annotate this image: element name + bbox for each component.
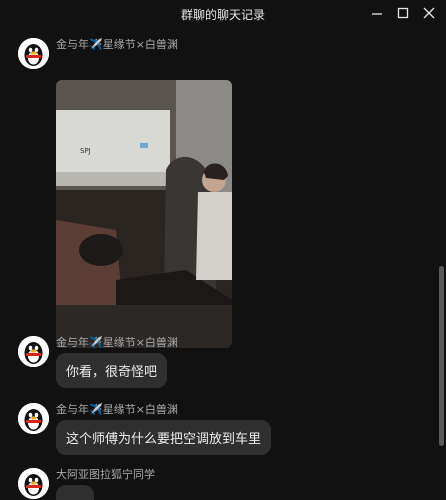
sender-name: 金与年✈️星缘节×白兽渊 [56,336,178,349]
avatar[interactable] [18,403,49,434]
maximize-button[interactable] [394,4,412,22]
title-bar: 群聊的聊天记录 [0,0,446,26]
scrollbar[interactable] [436,26,446,500]
message-bubble[interactable] [56,485,94,500]
avatar[interactable] [18,38,49,69]
close-button[interactable] [420,4,438,22]
maximize-icon [397,7,409,19]
avatar[interactable] [18,336,49,367]
scrollbar-thumb[interactable] [439,266,444,446]
close-icon [423,7,435,19]
ac-brand-label: SPJ [80,147,91,155]
sender-name: 金与年✈️星缘节×白兽渊 [56,38,178,51]
chat-history: 金与年✈️星缘节×白兽渊 SPJ 金与年✈️星缘节×白兽渊 你看，很奇怪吧 金与… [0,26,436,500]
penguin-avatar-icon [18,468,49,499]
minimize-icon [372,13,382,15]
penguin-avatar-icon [18,403,49,434]
video-thumbnail[interactable]: SPJ [56,80,232,348]
car-interior-image: SPJ [56,80,232,348]
message-bubble[interactable]: 这个师傅为什么要把空调放到车里 [56,420,272,455]
avatar[interactable] [18,468,49,499]
penguin-avatar-icon [18,336,49,367]
minimize-button[interactable] [368,4,386,22]
penguin-avatar-icon [18,38,49,69]
sender-name: 大阿亚图拉狐宁同学 [56,468,155,481]
sender-name: 金与年✈️星缘节×白兽渊 [56,403,178,416]
message-bubble[interactable]: 你看，很奇怪吧 [56,353,168,388]
